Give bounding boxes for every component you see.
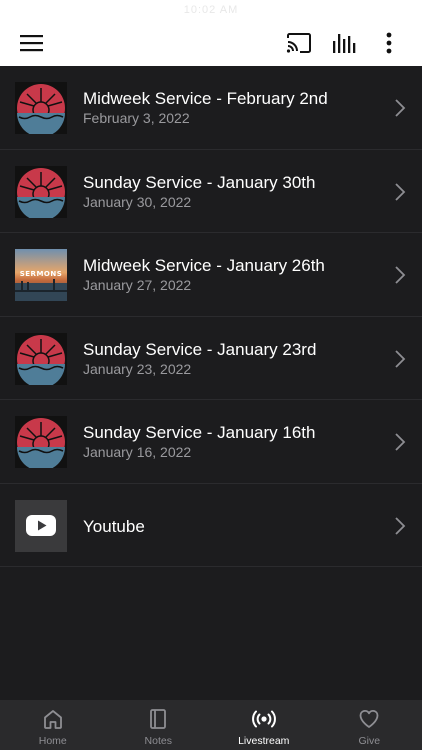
item-title: Sunday Service - January 16th <box>83 423 316 442</box>
list-item-youtube[interactable]: Youtube <box>0 483 422 567</box>
item-date: January 16, 2022 <box>83 444 192 460</box>
chevron-right-icon <box>395 182 406 201</box>
more-vertical-icon[interactable] <box>374 28 404 58</box>
chevron-right-icon <box>395 433 406 451</box>
tab-label: Notes <box>144 735 172 747</box>
tab-home[interactable]: Home <box>0 700 106 750</box>
item-date: February 3, 2022 <box>83 110 190 126</box>
media-list: Midweek Service - February 2nd February … <box>0 66 422 567</box>
list-item[interactable]: Midweek Service - February 2nd February … <box>0 66 422 150</box>
item-title: Midweek Service - January 26th <box>83 256 325 275</box>
item-title: Midweek Service - February 2nd <box>83 89 328 108</box>
youtube-logo-icon <box>15 499 67 552</box>
item-date: January 30, 2022 <box>83 193 192 210</box>
sermons-photo-thumbnail: SERMONS <box>15 249 67 301</box>
status-bar-time: 10:02 AM <box>183 4 239 16</box>
item-title: Sunday Service - January 23rd <box>83 339 317 359</box>
tab-notes[interactable]: Notes <box>106 700 212 750</box>
item-title: Youtube <box>83 516 145 536</box>
top-app-bar: 10:02 AM <box>0 0 422 66</box>
notes-icon <box>150 709 167 729</box>
bottom-tab-bar: Home Notes Livestream Give <box>0 700 422 750</box>
chevron-right-icon <box>395 349 406 368</box>
broadcast-icon <box>251 710 276 728</box>
audio-levels-icon[interactable] <box>330 28 360 58</box>
tab-label: Livestream <box>238 735 290 747</box>
list-item[interactable]: Sunday Service - January 23rd January 23… <box>0 316 422 400</box>
sunset-logo-thumbnail <box>15 165 67 218</box>
tab-label: Give <box>358 735 381 747</box>
chevron-right-icon <box>395 99 406 117</box>
item-date: January 23, 2022 <box>83 360 192 377</box>
chevron-right-icon <box>395 516 406 535</box>
chevron-right-icon <box>395 266 406 284</box>
sunset-logo-thumbnail <box>15 332 67 385</box>
sunset-logo-thumbnail <box>15 416 67 468</box>
list-item[interactable]: SERMONS Midweek Service - January 26th J… <box>0 233 422 317</box>
list-item[interactable]: Sunday Service - January 16th January 16… <box>0 400 422 484</box>
list-item[interactable]: Sunday Service - January 30th January 30… <box>0 149 422 233</box>
cast-icon[interactable] <box>284 28 314 58</box>
heart-icon <box>359 709 379 728</box>
home-icon <box>43 710 62 729</box>
tab-label: Home <box>38 735 67 747</box>
sunset-logo-thumbnail <box>15 82 67 134</box>
tab-give[interactable]: Give <box>317 700 422 750</box>
item-date: January 27, 2022 <box>83 277 192 293</box>
hamburger-menu-icon[interactable] <box>17 28 47 58</box>
thumbnail-caption: SERMONS <box>19 270 63 278</box>
tab-livestream[interactable]: Livestream <box>211 700 317 750</box>
item-title: Sunday Service - January 30th <box>83 172 316 192</box>
